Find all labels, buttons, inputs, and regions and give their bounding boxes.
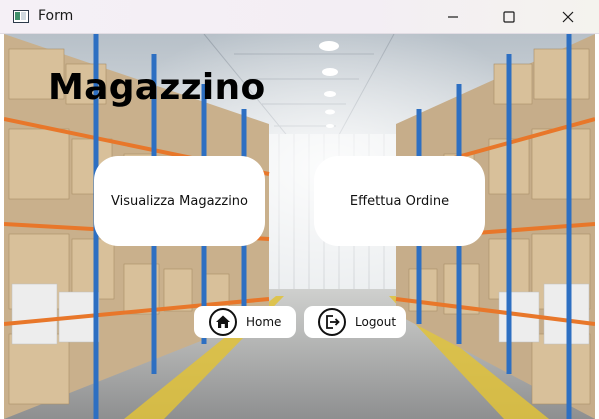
home-button[interactable]: Home — [194, 306, 296, 338]
home-icon — [208, 307, 238, 337]
logout-label: Logout — [355, 315, 397, 329]
main-panel: Magazzino Visualizza Magazzino Effettua … — [4, 34, 595, 419]
minimize-icon — [448, 16, 458, 18]
maximize-icon — [503, 11, 515, 23]
minimize-button[interactable] — [430, 0, 476, 34]
page-title: Magazzino — [48, 67, 266, 108]
app-icon — [13, 10, 29, 23]
close-button[interactable] — [545, 0, 591, 34]
maximize-button[interactable] — [486, 0, 532, 34]
title-bar: Form — [0, 0, 599, 34]
logout-icon — [317, 307, 347, 337]
window-title: Form — [38, 8, 74, 24]
visualizza-magazzino-button[interactable]: Visualizza Magazzino — [94, 156, 265, 246]
home-label: Home — [246, 315, 282, 329]
logout-button[interactable]: Logout — [304, 306, 406, 338]
effettua-ordine-button[interactable]: Effettua Ordine — [314, 156, 485, 246]
effettua-ordine-label: Effettua Ordine — [349, 193, 450, 209]
close-icon — [562, 11, 574, 23]
visualizza-magazzino-label: Visualizza Magazzino — [110, 193, 249, 209]
